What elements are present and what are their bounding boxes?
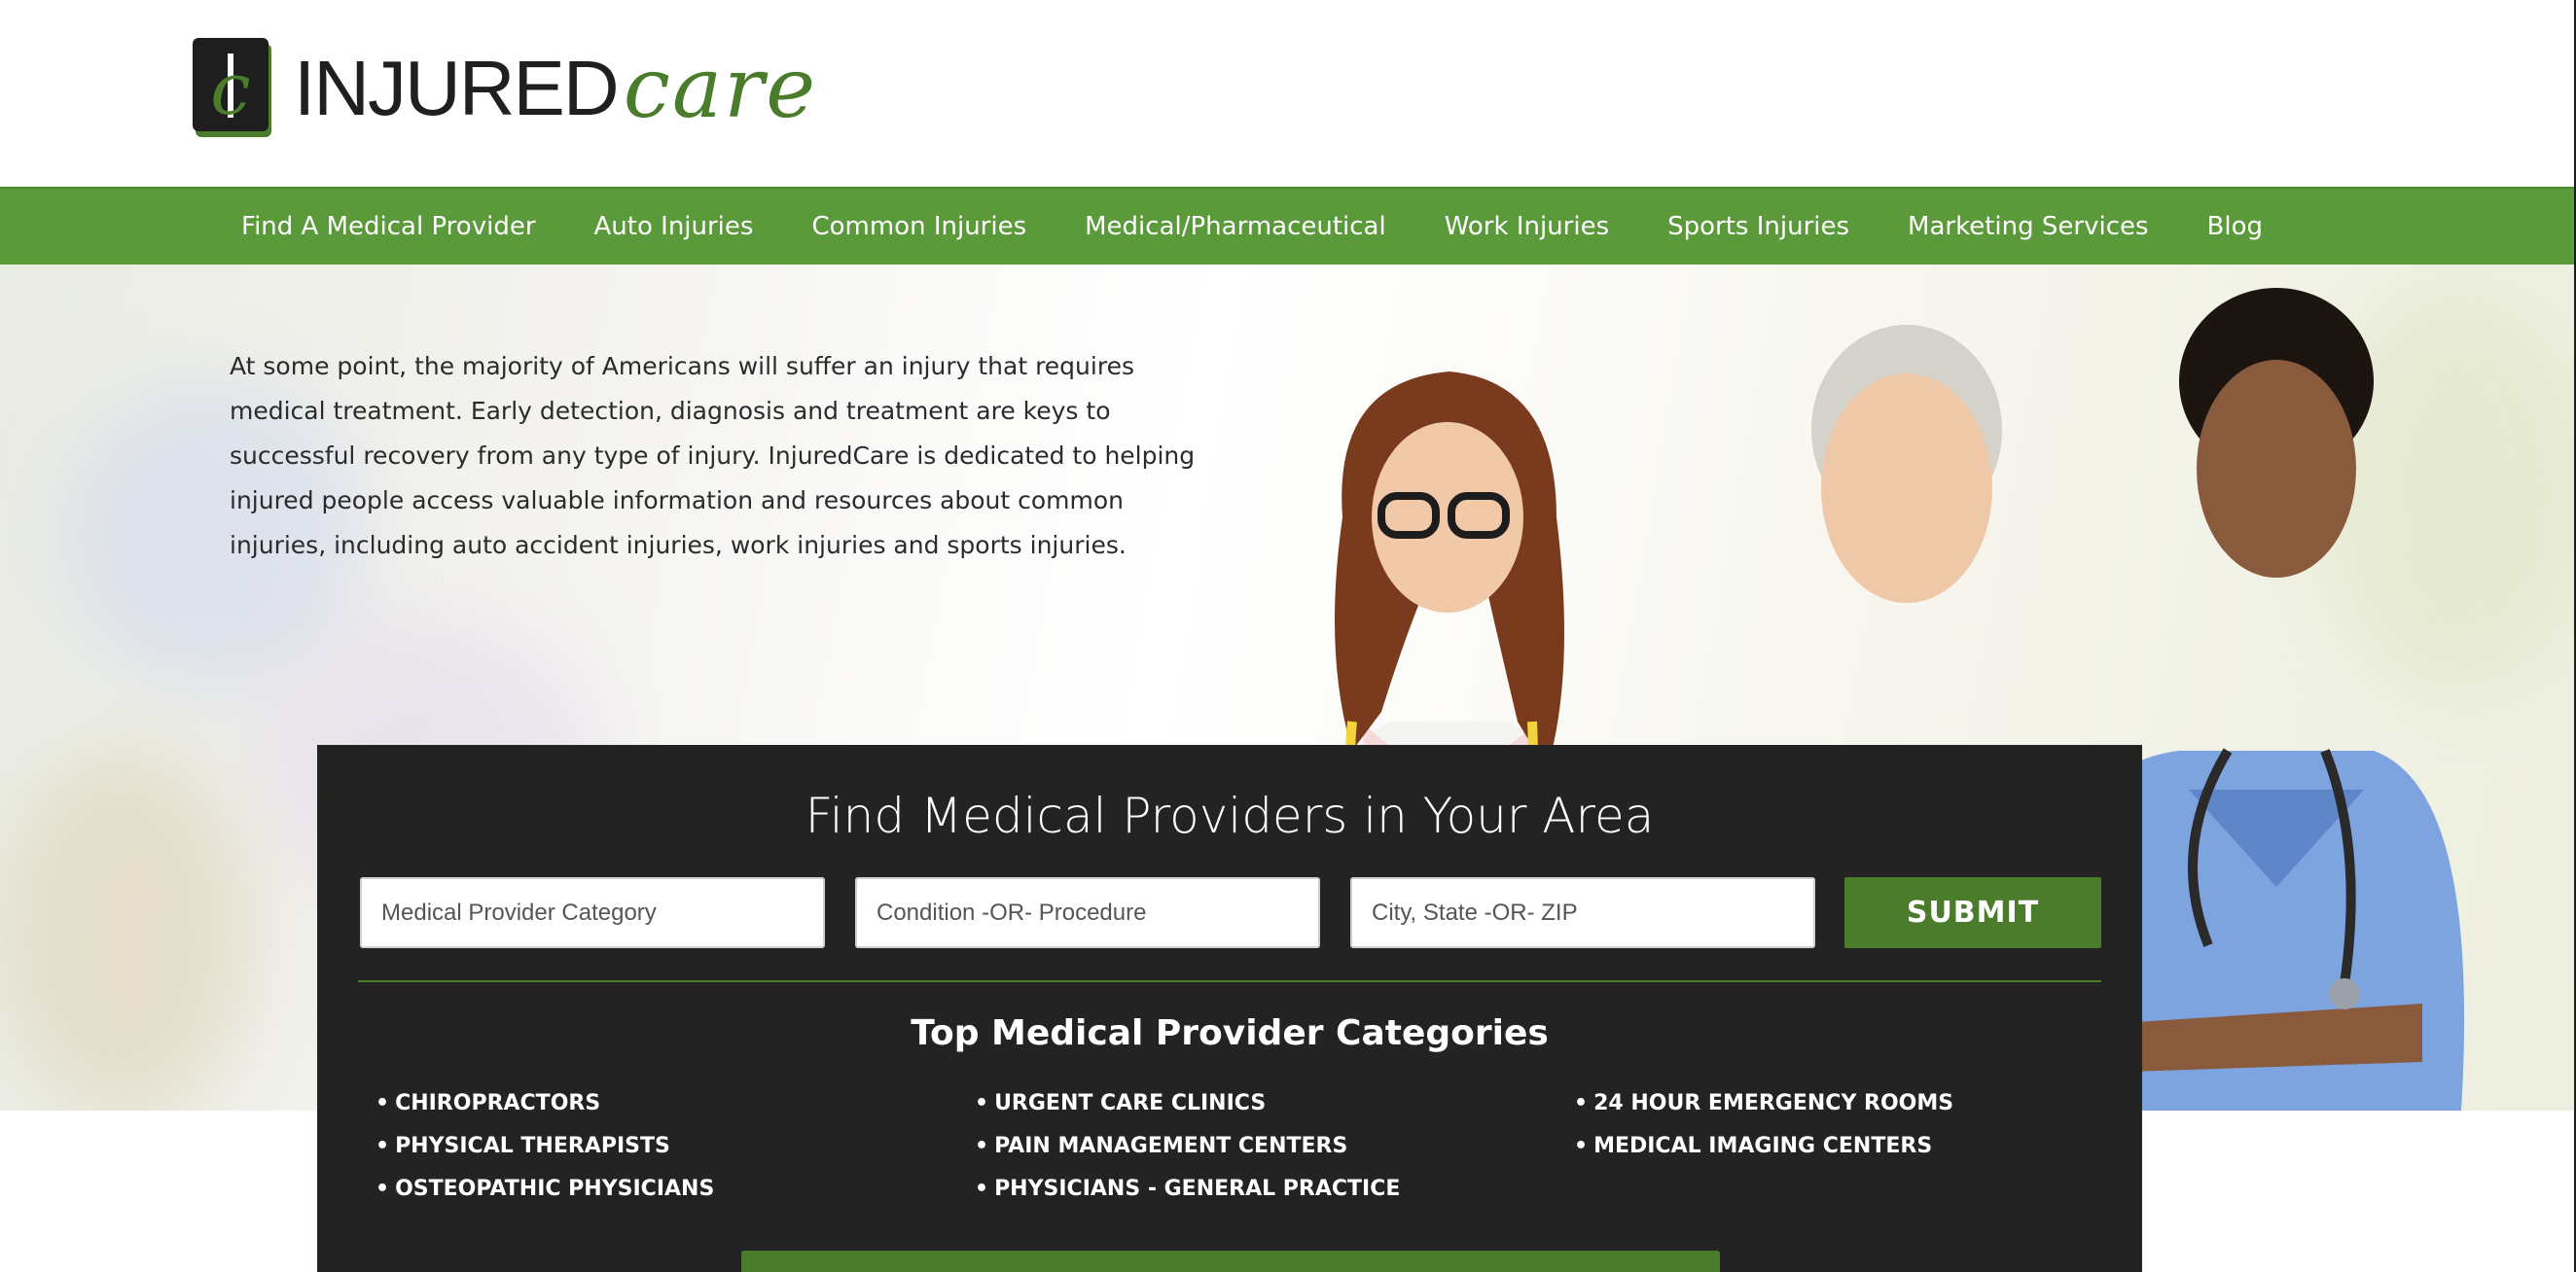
finder-title: Find Medical Providers in Your Area bbox=[805, 788, 1655, 844]
site-header: c INJURED care bbox=[0, 0, 2576, 187]
finder-divider bbox=[358, 980, 2101, 982]
hero-intro-text: At some point, the majority of Americans… bbox=[230, 352, 1196, 559]
nav-item-medical-pharmaceutical[interactable]: Medical/Pharmaceutical bbox=[1055, 212, 1415, 241]
view-all-button[interactable] bbox=[741, 1251, 1720, 1272]
background-blur bbox=[0, 751, 253, 1111]
logo-mark-letter: c bbox=[210, 48, 250, 131]
category-link-general-practice[interactable]: PHYSICIANS - GENERAL PRACTICE bbox=[975, 1177, 1400, 1219]
category-link-emergency-rooms[interactable]: 24 HOUR EMERGENCY ROOMS bbox=[1574, 1091, 1953, 1134]
logo-mark-icon: c bbox=[193, 38, 274, 139]
category-link-imaging-centers[interactable]: MEDICAL IMAGING CENTERS bbox=[1574, 1134, 1953, 1177]
nav-item-marketing-services[interactable]: Marketing Services bbox=[1878, 212, 2177, 241]
nav-item-common-injuries[interactable]: Common Injuries bbox=[782, 212, 1055, 241]
nav-item-sports-injuries[interactable]: Sports Injuries bbox=[1638, 212, 1878, 241]
nav-item-work-injuries[interactable]: Work Injuries bbox=[1415, 212, 1638, 241]
nav-item-blog[interactable]: Blog bbox=[2178, 212, 2292, 241]
categories-column-3: 24 HOUR EMERGENCY ROOMS MEDICAL IMAGING … bbox=[1574, 1091, 1953, 1177]
nav-item-find-provider[interactable]: Find A Medical Provider bbox=[212, 212, 565, 241]
category-link-osteopathic-physicians[interactable]: OSTEOPATHIC PHYSICIANS bbox=[376, 1177, 714, 1219]
category-link-chiropractors[interactable]: CHIROPRACTORS bbox=[376, 1091, 714, 1134]
category-link-physical-therapists[interactable]: PHYSICAL THERAPISTS bbox=[376, 1134, 714, 1177]
categories-column-2: URGENT CARE CLINICS PAIN MANAGEMENT CENT… bbox=[975, 1091, 1400, 1219]
category-select[interactable]: Medical Provider Category bbox=[360, 877, 825, 948]
nav-item-auto-injuries[interactable]: Auto Injuries bbox=[565, 212, 783, 241]
location-input[interactable]: City, State -OR- ZIP bbox=[1350, 877, 1815, 948]
injuredcare-logo[interactable]: c INJURED care bbox=[193, 35, 817, 142]
logo-text-injured: INJURED bbox=[294, 45, 620, 131]
submit-button[interactable]: SUBMIT bbox=[1844, 877, 2101, 948]
condition-input[interactable]: Condition -OR- Procedure bbox=[855, 877, 1320, 948]
categories-column-1: CHIROPRACTORS PHYSICAL THERAPISTS OSTEOP… bbox=[376, 1091, 714, 1219]
categories-title: Top Medical Provider Categories bbox=[911, 1013, 1549, 1053]
category-link-urgent-care[interactable]: URGENT CARE CLINICS bbox=[975, 1091, 1400, 1134]
logo-text-care: care bbox=[623, 40, 818, 137]
main-navigation: Find A Medical Provider Auto Injuries Co… bbox=[0, 187, 2574, 265]
category-link-pain-management[interactable]: PAIN MANAGEMENT CENTERS bbox=[975, 1134, 1400, 1177]
provider-search-panel: Find Medical Providers in Your Area Medi… bbox=[317, 745, 2142, 1272]
